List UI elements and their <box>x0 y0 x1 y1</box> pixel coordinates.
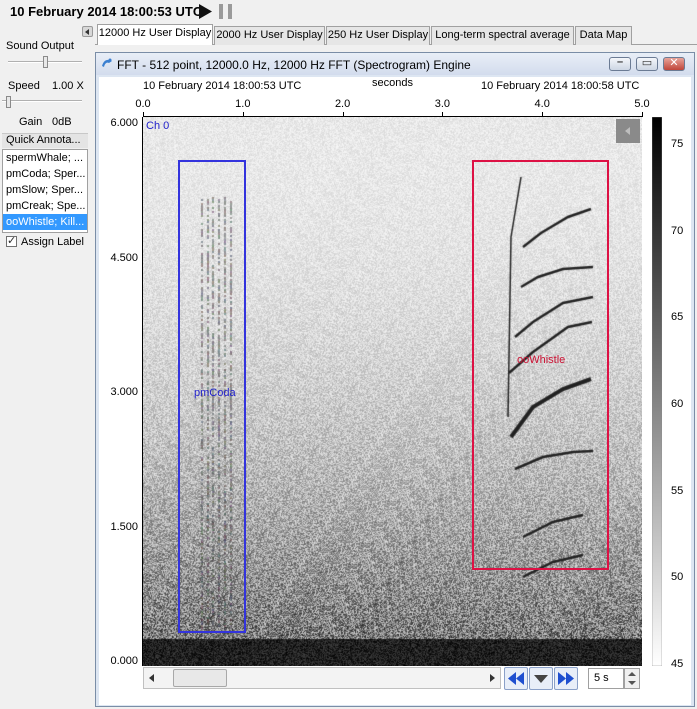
spinner-down-icon[interactable] <box>628 681 636 685</box>
sound-output-label: Sound Output <box>6 40 74 52</box>
color-scale-label: 70 <box>671 224 684 237</box>
y-tick-label: 6.000 <box>110 117 138 129</box>
color-scale-label: 60 <box>671 398 684 410</box>
color-scale-label: 55 <box>671 484 684 497</box>
time-start-label: 10 February 2014 18:00:53 UTC <box>143 80 302 92</box>
scroll-right-button[interactable] <box>484 668 500 688</box>
y-tick-label: 0.000 <box>110 655 138 667</box>
pause-icon <box>219 4 223 19</box>
tab-data-map[interactable]: Data Map <box>575 26 632 45</box>
collapse-arrow-icon <box>625 127 630 135</box>
tab-2000hz[interactable]: 2000 Hz User Display <box>214 26 325 45</box>
fft-window-title: FFT - 512 point, 12000.0 Hz, 12000 Hz FF… <box>117 58 471 72</box>
oowhistle-annotation-label: ooWhistle <box>517 354 566 366</box>
fast-forward-icon <box>558 672 574 685</box>
scroll-left-button[interactable] <box>144 668 160 688</box>
fast-backward-icon <box>508 672 524 685</box>
x-tick-label: 0.0 <box>135 98 151 110</box>
x-tick-label: 2.0 <box>334 98 351 110</box>
y-tick-label: 1.500 <box>110 520 138 533</box>
annotation-item-selected[interactable]: ooWhistle; Kill... <box>3 214 87 230</box>
minimize-button[interactable]: – <box>609 56 631 71</box>
display-span-input[interactable]: 5 s <box>588 668 624 689</box>
x-tick-label: 5.0 <box>634 98 650 110</box>
y-tick-label: 4.500 <box>110 251 138 264</box>
speed-label: Speed <box>8 80 40 92</box>
x-tick-label: 3.0 <box>434 98 451 110</box>
app-icon <box>101 57 113 69</box>
spinner-up-icon[interactable] <box>628 672 636 676</box>
annotation-item[interactable]: pmCreak; Spe... <box>3 198 87 214</box>
x-tick-label: 1.0 <box>235 98 251 110</box>
x-tick-mark <box>642 112 643 117</box>
restore-button[interactable]: ▭ <box>636 57 658 71</box>
x-tick-label: 4.0 <box>534 98 550 110</box>
minimize-icon: – <box>616 56 624 68</box>
x-axis-title: seconds <box>372 77 413 89</box>
pause-icon-bar <box>228 4 232 19</box>
tab-long-term-spectral-average[interactable]: Long-term spectral average <box>431 26 574 45</box>
chevron-left-icon <box>149 674 154 682</box>
speed-slider[interactable] <box>2 95 82 109</box>
annotation-item[interactable]: spermWhale; ... <box>3 150 87 166</box>
tab-250hz[interactable]: 250 Hz User Display <box>326 26 430 45</box>
quick-annotation-header: Quick Annota... <box>2 133 88 148</box>
assign-label-checkbox[interactable] <box>6 234 17 247</box>
time-end-label: 10 February 2014 18:00:58 UTC <box>481 80 640 92</box>
annotation-item[interactable]: pmSlow; Sper... <box>3 182 87 198</box>
slider-knob[interactable] <box>43 56 48 68</box>
color-scale-label: 75 <box>671 138 684 150</box>
y-tick-label: 3.000 <box>110 386 138 398</box>
annotation-item[interactable]: pmCoda; Sper... <box>3 166 87 182</box>
fast-backward-button[interactable] <box>504 667 528 690</box>
chevron-right-icon <box>490 674 495 682</box>
color-scale-label: 50 <box>671 571 684 584</box>
scroll-thumb[interactable] <box>173 669 227 687</box>
fast-forward-button[interactable] <box>554 667 578 690</box>
gain-value: 0dB <box>52 116 72 128</box>
color-scale-bar <box>652 117 662 666</box>
sound-output-slider[interactable] <box>8 56 82 68</box>
dropdown-button[interactable] <box>529 667 553 690</box>
speed-value: 1.00 X <box>52 80 84 92</box>
color-scale-label: 45 <box>671 658 684 670</box>
restore-icon: ▭ <box>641 57 653 69</box>
annotation-list[interactable]: spermWhale; ... pmCoda; Sper... pmSlow; … <box>2 149 88 233</box>
close-icon: ✕ <box>669 57 679 69</box>
triangle-down-icon <box>534 675 548 683</box>
plot-options-button[interactable] <box>616 119 640 143</box>
slider-knob[interactable] <box>6 96 11 108</box>
pause-button[interactable] <box>219 4 233 19</box>
play-icon <box>199 4 212 19</box>
color-scale-label: 65 <box>671 311 684 324</box>
assign-label-row[interactable]: Assign Label <box>6 234 84 248</box>
channel-label: Ch 0 <box>146 120 170 132</box>
display-span-spinner[interactable] <box>624 668 640 689</box>
assign-label-text: Assign Label <box>21 236 84 248</box>
play-button[interactable] <box>197 3 213 20</box>
collapse-panel-button[interactable] <box>82 26 93 37</box>
slider-track <box>2 100 82 102</box>
tab-12000hz[interactable]: 12000 Hz User Display <box>97 24 213 45</box>
pmcoda-annotation-label: pmCoda <box>194 387 236 399</box>
datetime-display: 10 February 2014 18:00:53 UTC <box>10 4 203 19</box>
close-button[interactable]: ✕ <box>663 57 685 71</box>
gain-label: Gain <box>19 116 43 128</box>
